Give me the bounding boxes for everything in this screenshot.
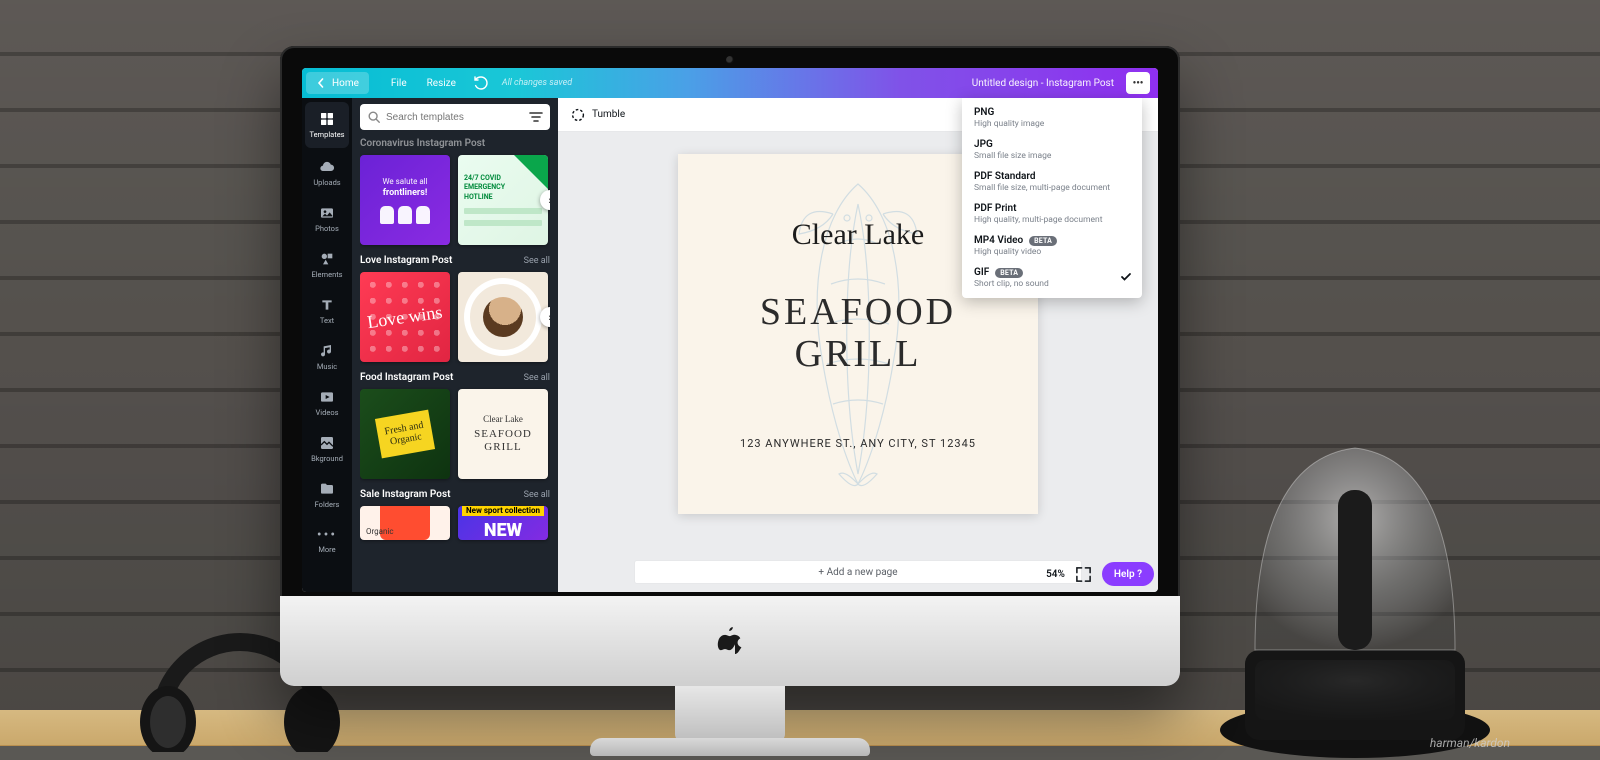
rail-label: Text (320, 316, 334, 325)
rail-label: Folders (315, 500, 340, 509)
filter-icon[interactable] (528, 109, 544, 125)
rail-elements[interactable]: Elements (305, 244, 349, 286)
undo-button[interactable] (472, 74, 490, 92)
rail-label: More (318, 545, 335, 554)
headline-text[interactable]: SEAFOOD GRILL (760, 292, 956, 376)
download-filetype-menu: PNG High quality image JPG Small file si… (962, 98, 1142, 298)
more-menu-button[interactable]: ••• (1126, 72, 1150, 94)
template-thumb[interactable]: Clear Lake SEAFOOD GRILL (458, 389, 548, 479)
rail-uploads[interactable]: Uploads (305, 152, 349, 194)
save-status: All changes saved (502, 78, 572, 88)
zoom-level[interactable]: 54% (1046, 569, 1065, 580)
folders-icon (319, 481, 335, 497)
filetype-option-pdf-standard[interactable]: PDF Standard Small file size, multi-page… (962, 166, 1142, 198)
imac-monitor: Home File Resize All changes saved Untit… (280, 46, 1180, 686)
videos-icon (319, 389, 335, 405)
address-text[interactable]: 123 ANYWHERE ST., ANY CITY, ST 12345 (740, 437, 976, 450)
rail-more[interactable]: ••• More (305, 520, 349, 562)
rail-label: Bkground (311, 454, 343, 463)
see-all-link[interactable]: See all (524, 490, 550, 500)
rail-label: Photos (315, 224, 339, 233)
rail-templates[interactable]: Templates (305, 102, 349, 148)
speaker-prop (1200, 420, 1510, 760)
home-button[interactable]: Home (306, 72, 369, 94)
chevron-left-icon (316, 78, 326, 88)
group-title: Food Instagram Post (360, 372, 453, 383)
rail-text[interactable]: Text (305, 290, 349, 332)
see-all-link[interactable]: See all (524, 256, 550, 266)
group-title: Love Instagram Post (360, 255, 452, 266)
speaker-brand-label: harman/kardon (1430, 736, 1510, 750)
animation-icon[interactable] (570, 107, 586, 123)
search-templates-input[interactable] (360, 104, 550, 130)
group-title: Coronavirus Instagram Post (360, 138, 550, 149)
canvas-area: Tumble (558, 98, 1158, 592)
beta-badge: BETA (1029, 236, 1057, 246)
rail-photos[interactable]: Photos (305, 198, 349, 240)
filetype-option-jpg[interactable]: JPG Small file size image (962, 134, 1142, 166)
rail-videos[interactable]: Videos (305, 382, 349, 424)
rail-label: Music (317, 362, 337, 371)
template-thumb[interactable]: Organic (360, 506, 450, 540)
template-thumb[interactable] (458, 272, 548, 362)
home-label: Home (332, 78, 359, 89)
see-all-link[interactable]: See all (524, 373, 550, 383)
photos-icon (319, 205, 335, 221)
add-page-button[interactable]: + Add a new page (634, 560, 1082, 584)
rail-music[interactable]: Music (305, 336, 349, 378)
template-thumb[interactable]: We salute all frontliners! (360, 155, 450, 245)
more-dots-icon: ••• (317, 528, 337, 542)
rail-label: Templates (309, 130, 344, 139)
resize-menu[interactable]: Resize (427, 78, 456, 89)
check-icon (1120, 271, 1132, 283)
text-icon (319, 297, 335, 313)
apple-logo-icon (716, 625, 744, 657)
rail-label: Videos (316, 408, 339, 417)
rail-label: Elements (311, 270, 342, 279)
search-icon (367, 110, 381, 124)
template-thumb[interactable]: Love wins (360, 272, 450, 362)
background-icon (319, 435, 335, 451)
uploads-icon (319, 159, 335, 175)
document-title[interactable]: Untitled design - Instagram Post (972, 78, 1114, 89)
rail-folders[interactable]: Folders (305, 474, 349, 516)
group-title: Sale Instagram Post (360, 489, 450, 500)
templates-panel: Coronavirus Instagram Post We salute all… (352, 98, 558, 592)
brand-script-text[interactable]: Clear Lake (792, 218, 924, 252)
template-thumb[interactable]: Fresh and Organic (360, 389, 450, 479)
filetype-option-pdf-print[interactable]: PDF Print High quality, multi-page docum… (962, 198, 1142, 230)
filetype-option-png[interactable]: PNG High quality image (962, 102, 1142, 134)
elements-icon (319, 251, 335, 267)
templates-icon (319, 111, 335, 127)
beta-badge: BETA (995, 268, 1023, 278)
undo-icon (474, 76, 488, 90)
help-button[interactable]: Help ? (1102, 562, 1154, 586)
rail-bkground[interactable]: Bkground (305, 428, 349, 470)
fullscreen-icon[interactable] (1075, 566, 1092, 583)
side-rail: Templates Uploads Photos Elements (302, 98, 352, 592)
top-bar: Home File Resize All changes saved Untit… (302, 68, 1158, 98)
template-thumb[interactable]: 24/7 COVID EMERGENCY HOTLINE (458, 155, 548, 245)
template-thumb[interactable]: New sport collection NEW (458, 506, 548, 540)
file-menu[interactable]: File (391, 78, 407, 89)
animation-label[interactable]: Tumble (592, 109, 625, 120)
filetype-option-gif[interactable]: GIF BETA Short clip, no sound (962, 262, 1142, 294)
filetype-option-mp4[interactable]: MP4 Video BETA High quality video (962, 230, 1142, 262)
music-icon (319, 343, 335, 359)
rail-label: Uploads (313, 178, 340, 187)
